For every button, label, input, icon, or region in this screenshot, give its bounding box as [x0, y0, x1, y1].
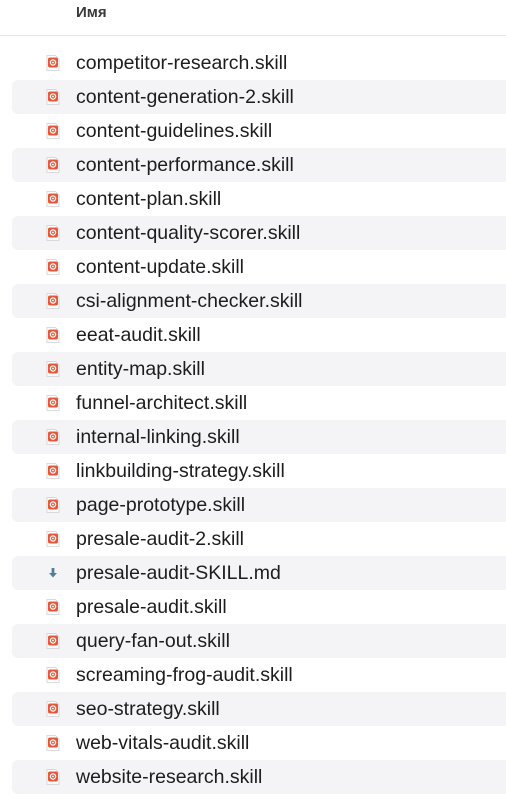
- skill-file-icon: [44, 632, 62, 650]
- file-row[interactable]: presale-audit-2.skill: [0, 522, 506, 556]
- file-row[interactable]: presale-audit.skill: [0, 590, 506, 624]
- file-name: presale-audit-2.skill: [76, 528, 244, 550]
- file-row[interactable]: content-guidelines.skill: [0, 114, 506, 148]
- file-name: content-plan.skill: [76, 188, 222, 210]
- file-list: competitor-research.skill content-genera…: [0, 46, 506, 794]
- file-name: seo-strategy.skill: [76, 698, 220, 720]
- skill-file-icon: [44, 768, 62, 786]
- file-row[interactable]: linkbuilding-strategy.skill: [0, 454, 506, 488]
- file-name: content-guidelines.skill: [76, 120, 273, 142]
- file-row[interactable]: content-quality-scorer.skill: [12, 216, 506, 250]
- file-name: content-update.skill: [76, 256, 245, 278]
- file-name: linkbuilding-strategy.skill: [76, 460, 285, 482]
- file-row[interactable]: content-plan.skill: [0, 182, 506, 216]
- name-column-header[interactable]: Имя: [76, 4, 107, 21]
- file-row[interactable]: content-generation-2.skill: [12, 80, 506, 114]
- skill-file-icon: [44, 292, 62, 310]
- file-name: content-performance.skill: [76, 154, 294, 176]
- file-name: funnel-architect.skill: [76, 392, 248, 414]
- file-name: content-generation-2.skill: [76, 86, 294, 108]
- file-name: eeat-audit.skill: [76, 324, 201, 346]
- skill-file-icon: [44, 360, 62, 378]
- skill-file-icon: [44, 530, 62, 548]
- file-row[interactable]: competitor-research.skill: [0, 46, 506, 80]
- file-row[interactable]: content-update.skill: [0, 250, 506, 284]
- skill-file-icon: [44, 224, 62, 242]
- skill-file-icon: [44, 598, 62, 616]
- skill-file-icon: [44, 258, 62, 276]
- skill-file-icon: [44, 326, 62, 344]
- file-name: internal-linking.skill: [76, 426, 240, 448]
- skill-file-icon: [44, 122, 62, 140]
- skill-file-icon: [44, 496, 62, 514]
- file-row[interactable]: website-research.skill: [12, 760, 506, 794]
- file-name: entity-map.skill: [76, 358, 205, 380]
- file-name: presale-audit.skill: [76, 596, 227, 618]
- column-header: Имя: [0, 0, 506, 36]
- skill-file-icon: [44, 700, 62, 718]
- file-row[interactable]: funnel-architect.skill: [0, 386, 506, 420]
- file-name: csi-alignment-checker.skill: [76, 290, 303, 312]
- file-row[interactable]: content-performance.skill: [12, 148, 506, 182]
- file-name: presale-audit-SKILL.md: [76, 562, 281, 584]
- skill-file-icon: [44, 666, 62, 684]
- skill-file-icon: [44, 394, 62, 412]
- file-row[interactable]: query-fan-out.skill: [12, 624, 506, 658]
- file-row[interactable]: csi-alignment-checker.skill: [12, 284, 506, 318]
- skill-file-icon: [44, 156, 62, 174]
- file-name: web-vitals-audit.skill: [76, 732, 250, 754]
- file-row[interactable]: screaming-frog-audit.skill: [0, 658, 506, 692]
- file-name: competitor-research.skill: [76, 52, 288, 74]
- file-row[interactable]: web-vitals-audit.skill: [0, 726, 506, 760]
- skill-file-icon: [44, 88, 62, 106]
- file-row[interactable]: seo-strategy.skill: [12, 692, 506, 726]
- file-name: content-quality-scorer.skill: [76, 222, 301, 244]
- skill-file-icon: [44, 190, 62, 208]
- file-row[interactable]: presale-audit-SKILL.md: [12, 556, 506, 590]
- file-name: website-research.skill: [76, 766, 263, 788]
- skill-file-icon: [44, 54, 62, 72]
- file-name: query-fan-out.skill: [76, 630, 230, 652]
- file-name: page-prototype.skill: [76, 494, 246, 516]
- markdown-file-icon: [44, 564, 62, 582]
- skill-file-icon: [44, 462, 62, 480]
- file-row[interactable]: eeat-audit.skill: [0, 318, 506, 352]
- skill-file-icon: [44, 428, 62, 446]
- skill-file-icon: [44, 734, 62, 752]
- file-row[interactable]: page-prototype.skill: [12, 488, 506, 522]
- file-name: screaming-frog-audit.skill: [76, 664, 293, 686]
- file-row[interactable]: internal-linking.skill: [12, 420, 506, 454]
- file-row[interactable]: entity-map.skill: [12, 352, 506, 386]
